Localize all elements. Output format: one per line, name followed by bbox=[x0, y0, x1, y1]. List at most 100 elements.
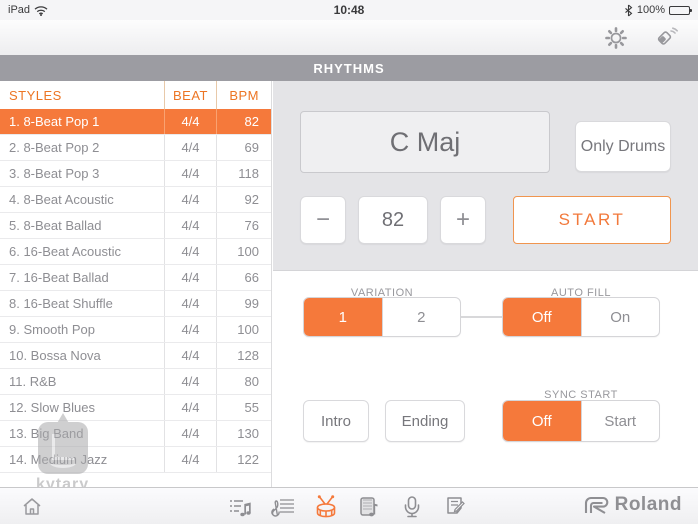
device-connect-icon[interactable] bbox=[652, 24, 680, 52]
table-header-row: STYLES BEAT BPM bbox=[0, 81, 271, 109]
bottom-toolbar: Roland bbox=[0, 487, 698, 524]
style-beat: 4/4 bbox=[165, 187, 217, 212]
table-row[interactable]: 11. R&B 4/4 80 bbox=[0, 369, 271, 395]
style-bpm: 76 bbox=[217, 213, 271, 238]
style-beat: 4/4 bbox=[165, 317, 217, 342]
col-header-beat: BEAT bbox=[165, 81, 217, 109]
auto-fill-off[interactable]: Off bbox=[503, 298, 581, 336]
style-name: 7. 16-Beat Ballad bbox=[0, 265, 165, 290]
style-bpm: 118 bbox=[217, 161, 271, 186]
style-name: 12. Slow Blues bbox=[0, 395, 165, 420]
style-beat: 4/4 bbox=[165, 447, 217, 472]
notepad-edit-icon[interactable] bbox=[439, 491, 471, 523]
carrier-label: iPad bbox=[8, 4, 30, 16]
sync-start-start[interactable]: Start bbox=[581, 401, 660, 441]
brand-name: Roland bbox=[615, 494, 682, 516]
style-name: 6. 16-Beat Acoustic bbox=[0, 239, 165, 264]
tempo-minus-button[interactable]: − bbox=[300, 196, 346, 244]
table-row[interactable]: 13. Big Band 4/4 130 bbox=[0, 421, 271, 447]
style-bpm: 128 bbox=[217, 343, 271, 368]
battery-label: 100% bbox=[637, 4, 665, 16]
connector-line bbox=[461, 316, 503, 318]
settings-gear-icon[interactable] bbox=[602, 24, 630, 52]
style-beat: 4/4 bbox=[165, 421, 217, 446]
table-row[interactable]: 12. Slow Blues 4/4 55 bbox=[0, 395, 271, 421]
style-beat: 4/4 bbox=[165, 239, 217, 264]
styles-table-body: 1. 8-Beat Pop 1 4/4 82 2. 8-Beat Pop 2 4… bbox=[0, 109, 271, 473]
style-name: 4. 8-Beat Acoustic bbox=[0, 187, 165, 212]
clock: 10:48 bbox=[128, 3, 570, 17]
sheet-music-icon[interactable] bbox=[267, 491, 299, 523]
home-icon[interactable] bbox=[16, 491, 48, 523]
styles-table: STYLES BEAT BPM 1. 8-Beat Pop 1 4/4 82 2… bbox=[0, 81, 272, 487]
table-row[interactable]: 6. 16-Beat Acoustic 4/4 100 bbox=[0, 239, 271, 265]
style-name: 11. R&B bbox=[0, 369, 165, 394]
start-button[interactable]: START bbox=[513, 196, 671, 244]
sync-start-off[interactable]: Off bbox=[503, 401, 581, 441]
style-beat: 4/4 bbox=[165, 265, 217, 290]
instrument-song-icon[interactable] bbox=[353, 491, 385, 523]
style-bpm: 100 bbox=[217, 317, 271, 342]
style-bpm: 66 bbox=[217, 265, 271, 290]
style-bpm: 69 bbox=[217, 135, 271, 160]
col-header-styles: STYLES bbox=[0, 81, 165, 109]
auto-fill-on[interactable]: On bbox=[581, 298, 660, 336]
tempo-value: 82 bbox=[358, 196, 428, 244]
table-row[interactable]: 1. 8-Beat Pop 1 4/4 82 bbox=[0, 109, 271, 135]
style-bpm: 130 bbox=[217, 421, 271, 446]
table-row[interactable]: 8. 16-Beat Shuffle 4/4 99 bbox=[0, 291, 271, 317]
page-title-bar: RHYTHMS bbox=[0, 55, 698, 81]
style-name: 1. 8-Beat Pop 1 bbox=[0, 109, 165, 134]
battery-icon bbox=[669, 6, 690, 15]
style-beat: 4/4 bbox=[165, 291, 217, 316]
intro-button[interactable]: Intro bbox=[303, 400, 369, 442]
style-name: 10. Bossa Nova bbox=[0, 343, 165, 368]
style-name: 3. 8-Beat Pop 3 bbox=[0, 161, 165, 186]
style-bpm: 100 bbox=[217, 239, 271, 264]
only-drums-button[interactable]: Only Drums bbox=[575, 121, 671, 172]
rhythms-drum-icon[interactable] bbox=[310, 491, 342, 523]
variation-option-1[interactable]: 1 bbox=[304, 298, 382, 336]
table-row[interactable]: 4. 8-Beat Acoustic 4/4 92 bbox=[0, 187, 271, 213]
style-bpm: 80 bbox=[217, 369, 271, 394]
bluetooth-icon bbox=[624, 4, 633, 17]
auto-fill-segmented-control: Off On bbox=[502, 297, 660, 337]
style-bpm: 82 bbox=[217, 109, 271, 134]
rhythm-controls-panel: C Maj Only Drums − 82 + START VARIATION … bbox=[273, 81, 698, 487]
variation-option-2[interactable]: 2 bbox=[382, 298, 461, 336]
col-header-bpm: BPM bbox=[217, 81, 271, 109]
style-name: 2. 8-Beat Pop 2 bbox=[0, 135, 165, 160]
ending-button[interactable]: Ending bbox=[385, 400, 465, 442]
style-beat: 4/4 bbox=[165, 161, 217, 186]
microphone-icon[interactable] bbox=[396, 491, 428, 523]
page-title: RHYTHMS bbox=[313, 61, 384, 76]
table-row[interactable]: 7. 16-Beat Ballad 4/4 66 bbox=[0, 265, 271, 291]
wifi-icon bbox=[34, 5, 48, 16]
table-row[interactable]: 3. 8-Beat Pop 3 4/4 118 bbox=[0, 161, 271, 187]
style-beat: 4/4 bbox=[165, 213, 217, 238]
table-row[interactable]: 2. 8-Beat Pop 2 4/4 69 bbox=[0, 135, 271, 161]
style-name: 14. Medium Jazz bbox=[0, 447, 165, 472]
style-name: 13. Big Band bbox=[0, 421, 165, 446]
style-beat: 4/4 bbox=[165, 135, 217, 160]
table-row[interactable]: 9. Smooth Pop 4/4 100 bbox=[0, 317, 271, 343]
app-screen: iPad 10:48 100% bbox=[0, 0, 698, 524]
table-row[interactable]: 14. Medium Jazz 4/4 122 bbox=[0, 447, 271, 473]
chord-display: C Maj bbox=[300, 111, 550, 173]
status-bar: iPad 10:48 100% bbox=[0, 0, 698, 20]
sync-start-segmented-control: Off Start bbox=[502, 400, 660, 442]
table-row[interactable]: 5. 8-Beat Ballad 4/4 76 bbox=[0, 213, 271, 239]
style-bpm: 55 bbox=[217, 395, 271, 420]
style-beat: 4/4 bbox=[165, 343, 217, 368]
playback-zone: C Maj Only Drums − 82 + START bbox=[273, 81, 698, 271]
variation-segmented-control: 1 2 bbox=[303, 297, 461, 337]
style-name: 8. 16-Beat Shuffle bbox=[0, 291, 165, 316]
style-bpm: 122 bbox=[217, 447, 271, 472]
song-list-icon[interactable] bbox=[224, 491, 256, 523]
style-bpm: 99 bbox=[217, 291, 271, 316]
style-name: 5. 8-Beat Ballad bbox=[0, 213, 165, 238]
style-beat: 4/4 bbox=[165, 395, 217, 420]
table-row[interactable]: 10. Bossa Nova 4/4 128 bbox=[0, 343, 271, 369]
style-name: 9. Smooth Pop bbox=[0, 317, 165, 342]
tempo-plus-button[interactable]: + bbox=[440, 196, 486, 244]
